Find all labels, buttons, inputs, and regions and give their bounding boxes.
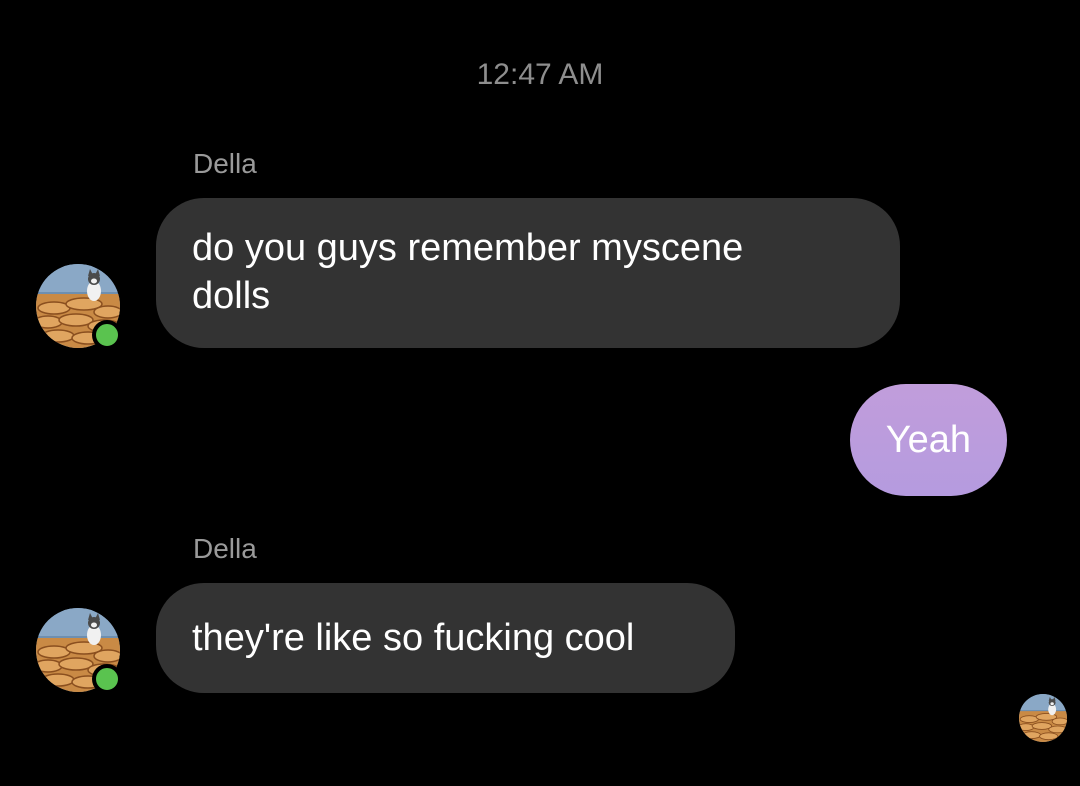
message-text: Yeah bbox=[885, 419, 971, 461]
online-status-dot bbox=[92, 664, 122, 694]
message-text-line: dolls bbox=[192, 275, 271, 317]
message-bubble-incoming[interactable]: do you guys remember myscene dolls bbox=[156, 198, 900, 348]
sender-name: Della bbox=[193, 148, 257, 179]
message-bubble-incoming[interactable]: they're like so fucking cool bbox=[156, 583, 735, 693]
seen-indicator-avatar bbox=[1019, 694, 1067, 742]
sender-name: Della bbox=[193, 533, 257, 564]
message-bubble-outgoing[interactable]: Yeah bbox=[849, 384, 1007, 496]
online-status-dot bbox=[92, 320, 122, 350]
message-text-line: do you guys remember myscene bbox=[192, 227, 744, 269]
message-timestamp: 12:47 AM bbox=[476, 58, 604, 91]
message-text: they're like so fucking cool bbox=[192, 617, 635, 659]
